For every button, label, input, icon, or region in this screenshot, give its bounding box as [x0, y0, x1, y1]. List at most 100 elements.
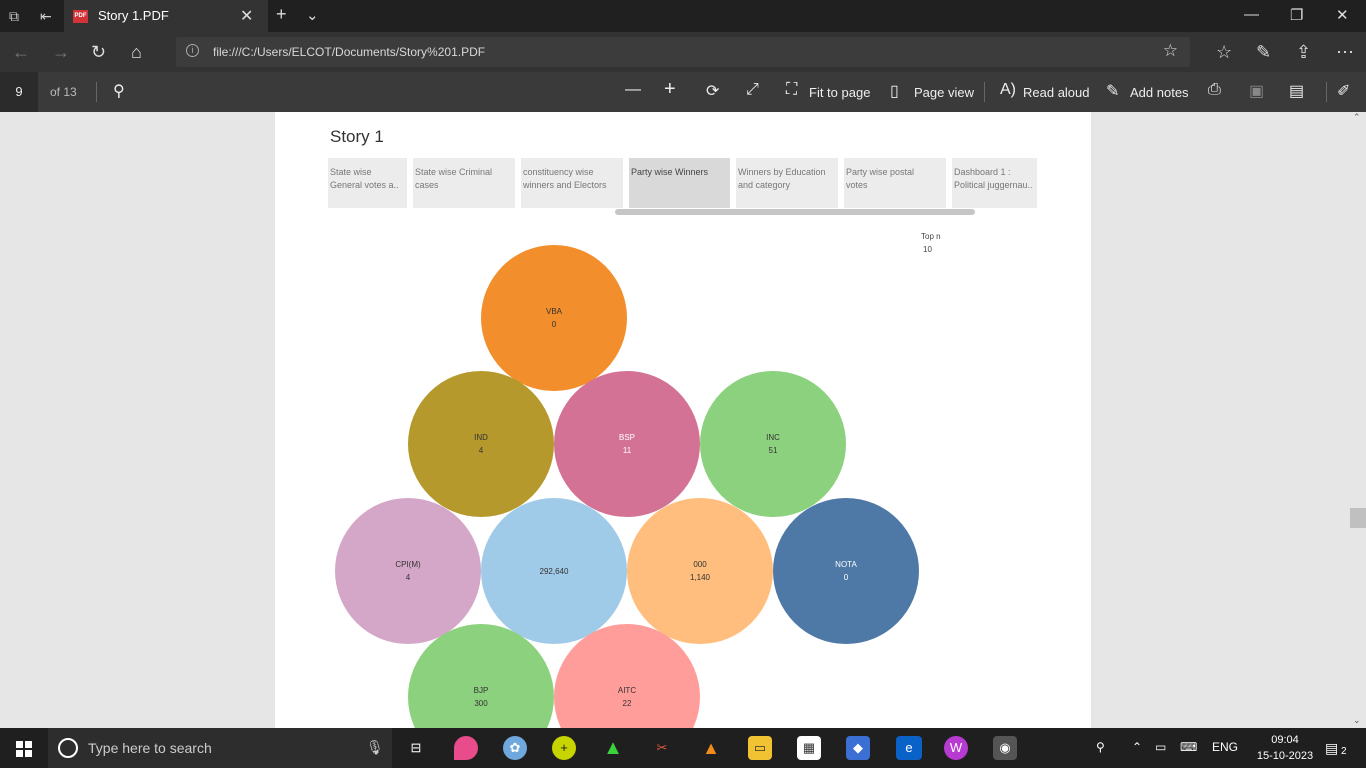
fit-to-page-icon[interactable]: ⛶ [786, 81, 797, 99]
rotate-icon[interactable]: ⟳ [706, 81, 719, 101]
story-tab-label: constituency wise [523, 167, 594, 177]
page-total: of 13 [50, 85, 77, 99]
chevron-down-icon[interactable]: ⌄ [306, 6, 319, 24]
taskbar-search-box[interactable]: Type here to search 🎙 [48, 728, 392, 768]
story-tab-winners-by-education[interactable]: Winners by Education and category [736, 158, 839, 208]
top-n-parameter[interactable]: Top n 10 [921, 230, 941, 256]
story-tab-constituency-winners[interactable]: constituency wise winners and Electors [521, 158, 624, 208]
back-icon[interactable]: ← [12, 42, 30, 63]
pin-toolbar-icon[interactable]: ✐ [1337, 81, 1350, 101]
fit-to-page-button[interactable]: Fit to page [809, 85, 870, 100]
story-tab-dashboard-1[interactable]: Dashboard 1 : Political juggernau.. [952, 158, 1038, 208]
vlc-icon[interactable]: ▲ [699, 736, 723, 760]
save-as-icon[interactable]: ▤ [1289, 81, 1304, 101]
people-icon[interactable]: ⚲ [1096, 740, 1105, 754]
bubble-party-label: 000 [693, 560, 707, 569]
new-tab-icon[interactable]: + [276, 4, 287, 25]
restore-icon[interactable]: ❐ [1290, 6, 1303, 24]
file-explorer-icon[interactable]: ▭ [748, 736, 772, 760]
star-icon[interactable]: ☆ [1163, 41, 1178, 61]
story-tab-state-criminal-cases[interactable]: State wise Criminal cases [413, 158, 516, 208]
read-aloud-button[interactable]: Read aloud [1023, 85, 1090, 100]
bubble-bsp[interactable]: BSP 11 [554, 371, 700, 517]
zoom-out-icon[interactable]: — [625, 81, 641, 99]
refresh-icon[interactable]: ↻ [91, 42, 106, 63]
story-tab-party-wise-winners[interactable]: Party wise Winners [629, 158, 731, 208]
add-notes-icon[interactable]: ✎ [1106, 81, 1119, 101]
paint-palette-icon[interactable]: ✿ [503, 736, 527, 760]
vertical-scrollbar[interactable]: ⌃ ⌄ [1350, 112, 1366, 728]
bubble-vba[interactable]: VBA 0 [481, 245, 627, 391]
story-tab-state-general-votes[interactable]: State wise General votes a.. [328, 158, 408, 208]
home-icon[interactable]: ⌂ [131, 42, 142, 63]
print-icon[interactable]: ⎙ [1208, 81, 1221, 99]
story-tab-label: winners and Electors [523, 180, 607, 190]
forward-icon[interactable]: → [52, 42, 70, 63]
search-icon[interactable]: ⚲ [113, 81, 125, 101]
bubble-value-label: 0 [551, 320, 557, 329]
tabs-aside-icon[interactable]: ⇤ [40, 8, 52, 25]
read-aloud-icon[interactable]: A) [1000, 81, 1016, 99]
wps-icon[interactable]: W [944, 736, 968, 760]
battery-icon[interactable]: ▭ [1155, 740, 1166, 754]
keyboard-icon[interactable]: ⌨ [1180, 740, 1197, 754]
favorites-icon[interactable]: ☆ [1216, 42, 1232, 63]
camera-icon[interactable]: ◉ [993, 736, 1017, 760]
tab-actions-icon[interactable]: ⧉ [9, 8, 19, 25]
close-window-icon[interactable]: ✕ [1336, 6, 1349, 24]
bubble-party-label: IND [474, 433, 488, 442]
story-tabs-scrollbar[interactable] [615, 209, 975, 215]
app-triangle-icon[interactable]: ▲ [601, 736, 625, 760]
store-icon[interactable]: ▦ [797, 736, 821, 760]
page-view-icon[interactable]: ▯ [890, 81, 899, 101]
story-tab-label: votes [846, 180, 868, 190]
input-language[interactable]: ENG [1212, 740, 1238, 754]
taskbar-clock[interactable]: 09:04 15-10-2023 [1252, 732, 1318, 764]
story-tab-label: Winners by Education [738, 167, 826, 177]
bubble-000[interactable]: 000 1,140 [627, 498, 773, 644]
bubble-value-label: 11 [622, 446, 632, 455]
zoom-in-icon[interactable]: + [664, 78, 676, 101]
add-notes-button[interactable]: Add notes [1130, 85, 1189, 100]
bubble-value-label: 0 [843, 573, 849, 582]
save-icon: ▣ [1249, 83, 1265, 100]
scroll-down-icon[interactable]: ⌄ [1353, 715, 1361, 726]
edge-icon[interactable]: e [896, 736, 922, 760]
story-tab-party-postal-votes[interactable]: Party wise postal votes [844, 158, 947, 208]
task-view-icon[interactable]: ⊟ [404, 736, 428, 760]
close-tab-icon[interactable]: ✕ [240, 6, 253, 26]
page-number-input[interactable]: 9 [0, 72, 38, 112]
bubble-unlabeled[interactable]: 292,640 [481, 498, 627, 644]
app-plus-icon[interactable]: + [552, 736, 576, 760]
share-icon[interactable]: ⇪ [1296, 42, 1311, 63]
bubble-value-label: 22 [622, 699, 632, 708]
more-icon[interactable]: ⋯ [1336, 42, 1354, 63]
info-icon[interactable]: i [186, 44, 199, 57]
pdf-viewport[interactable]: Story 1 State wise General votes a.. Sta… [0, 112, 1366, 728]
tab-title: Story 1.PDF [98, 8, 169, 23]
minimize-icon[interactable]: — [1244, 6, 1259, 23]
bubble-cpi-m-[interactable]: CPI(M) 4 [335, 498, 481, 644]
page-view-button[interactable]: Page view [914, 85, 974, 100]
search-placeholder: Type here to search [88, 740, 212, 756]
snipping-tool-icon[interactable]: ✂ [650, 736, 674, 760]
show-hidden-icons-icon[interactable]: ⌃ [1132, 740, 1142, 754]
windows-start-icon[interactable] [16, 741, 32, 757]
bubble-value-label: 51 [768, 446, 778, 455]
notifications-icon[interactable]: ▤ [1325, 740, 1338, 757]
divider [1326, 82, 1327, 102]
paint-drop-icon[interactable] [454, 736, 478, 760]
bubble-inc[interactable]: INC 51 [700, 371, 846, 517]
microphone-icon[interactable]: 🎙 [366, 739, 384, 756]
app-b-icon[interactable]: ◆ [846, 736, 870, 760]
bubble-nota[interactable]: NOTA 0 [773, 498, 919, 644]
browser-tab[interactable]: PDF Story 1.PDF ✕ [64, 0, 268, 32]
scroll-up-icon[interactable]: ⌃ [1353, 112, 1361, 123]
scrollbar-thumb[interactable] [1350, 508, 1366, 528]
url-field[interactable]: i file:///C:/Users/ELCOT/Documents/Story… [176, 37, 1190, 67]
fullscreen-icon[interactable]: ⤢ [746, 81, 759, 99]
bubble-value-label: 300 [474, 699, 488, 708]
pen-icon[interactable]: ✎ [1256, 42, 1271, 63]
pdf-icon: PDF [73, 10, 88, 23]
bubble-ind[interactable]: IND 4 [408, 371, 554, 517]
